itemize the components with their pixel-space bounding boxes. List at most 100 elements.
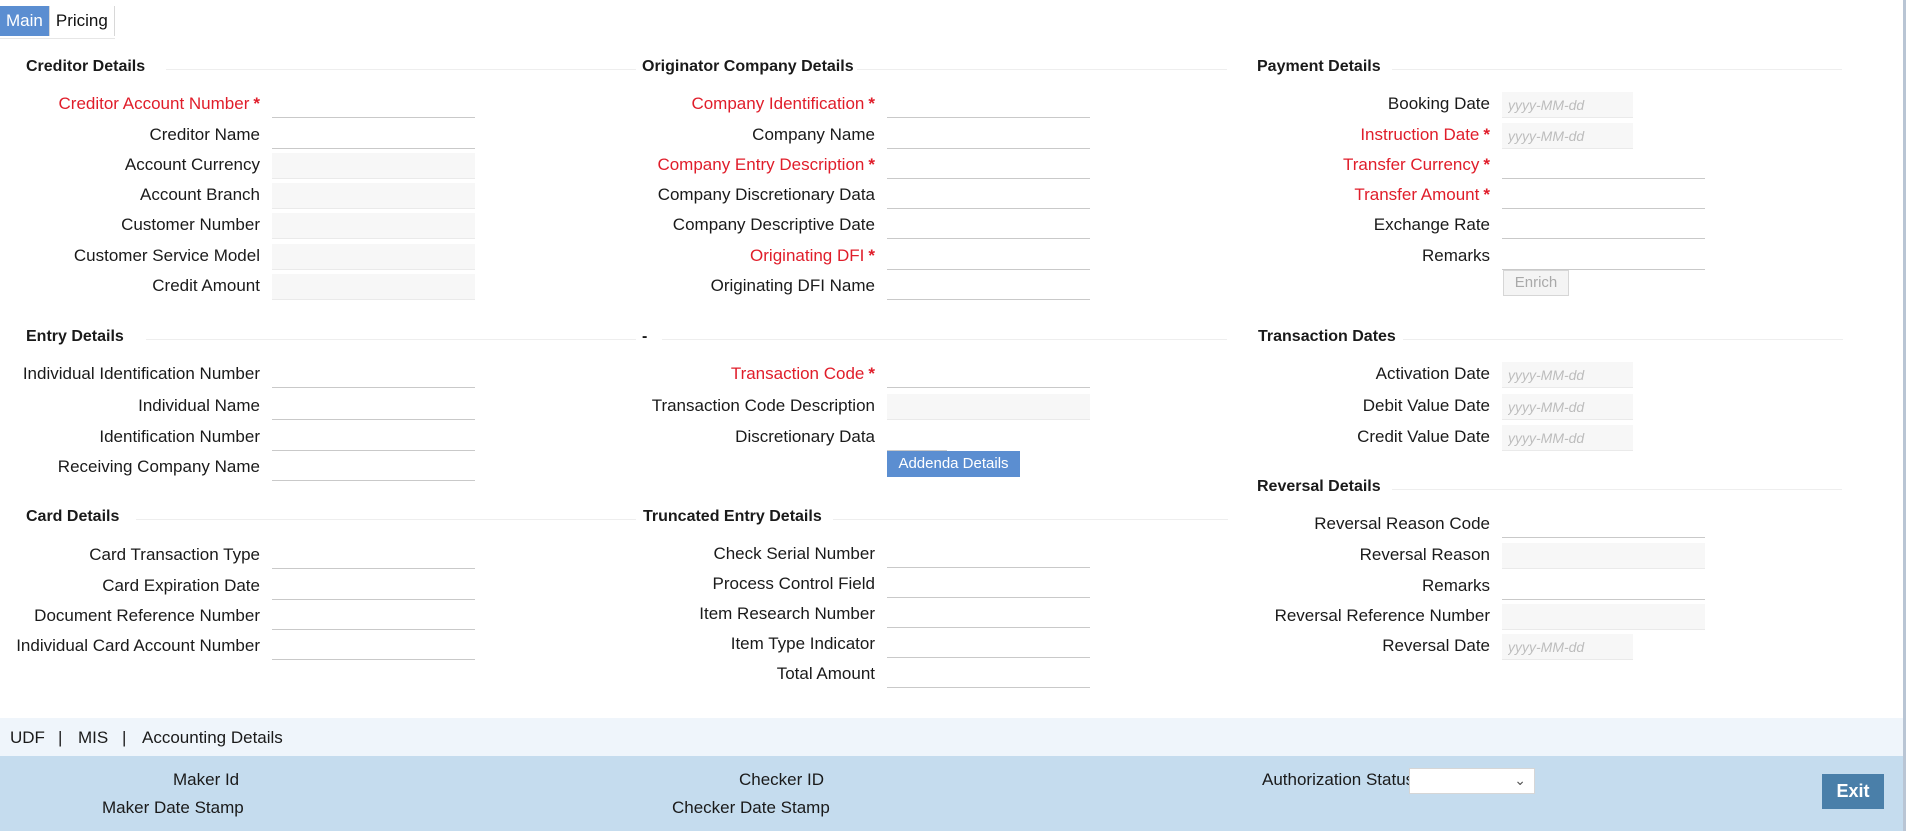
field-label: Total Amount (776, 664, 875, 683)
reversal-reason-input[interactable] (1502, 543, 1705, 569)
authorization-status-select[interactable]: ⌄ (1409, 768, 1535, 794)
audit-footer: Maker Id Maker Date Stamp Checker ID Che… (0, 756, 1903, 831)
field-label: Company Identification (691, 94, 865, 113)
field-label: Document Reference Number (34, 606, 260, 625)
booking-date-input[interactable] (1502, 92, 1633, 118)
field-label: Card Transaction Type (89, 545, 260, 564)
sub-screen-links-bar: UDF | MIS | Accounting Details (0, 718, 1903, 756)
check-serial-number-input[interactable] (887, 542, 1090, 568)
total-amount-input[interactable] (887, 662, 1090, 688)
customer-number-input[interactable] (272, 213, 475, 239)
required-marker: * (253, 94, 260, 113)
field-label: Customer Number (121, 215, 260, 234)
field-label: Customer Service Model (73, 246, 260, 265)
field-label: Booking Date (1387, 94, 1490, 113)
item-research-number-input[interactable] (887, 602, 1090, 628)
reversal-date-input[interactable] (1502, 634, 1633, 660)
company-discretionary-data-input[interactable] (887, 183, 1090, 209)
tab-main[interactable]: Main (0, 6, 50, 36)
field-label: Originating DFI (750, 246, 865, 265)
payment-remarks-input[interactable] (1502, 244, 1705, 270)
field-label: Individual Card Account Number (16, 636, 260, 655)
field-label: Receiving Company Name (57, 457, 260, 476)
section-divider (136, 519, 636, 520)
reversal-reason-code-input[interactable] (1502, 512, 1705, 538)
account-branch-input[interactable] (272, 183, 475, 209)
credit-amount-input[interactable] (272, 274, 475, 300)
transaction-code-input[interactable] (887, 362, 1090, 388)
section-title: Transaction Dates (1258, 328, 1396, 345)
company-identification-input[interactable] (887, 92, 1090, 118)
field-label: Company Name (752, 125, 875, 144)
card-transaction-type-input[interactable] (272, 543, 475, 569)
field-label: Transaction Code Description (651, 396, 875, 415)
section-divider (146, 339, 636, 340)
field-label: Remarks (1421, 246, 1490, 265)
individual-name-input[interactable] (272, 394, 475, 420)
section-divider (857, 69, 1227, 70)
required-marker: * (1483, 155, 1490, 174)
udf-link[interactable]: UDF (10, 728, 45, 748)
section-divider (1403, 339, 1843, 340)
section-title: Reversal Details (1257, 478, 1381, 495)
field-label: Creditor Name (149, 125, 260, 144)
document-reference-number-input[interactable] (272, 604, 475, 630)
individual-identification-number-input[interactable] (272, 362, 475, 388)
company-entry-description-input[interactable] (887, 153, 1090, 179)
exchange-rate-input[interactable] (1502, 213, 1705, 239)
originating-dfi-input[interactable] (887, 244, 1090, 270)
card-expiration-date-input[interactable] (272, 574, 475, 600)
field-label: Card Expiration Date (102, 576, 260, 595)
field-label: Individual Name (138, 396, 260, 415)
creditor-account-number-input[interactable] (272, 92, 475, 118)
company-descriptive-date-input[interactable] (887, 213, 1090, 239)
required-marker: * (868, 246, 875, 265)
exit-button[interactable]: Exit (1822, 774, 1884, 809)
mis-link[interactable]: MIS (78, 728, 108, 748)
creditor-name-input[interactable] (272, 123, 475, 149)
section-title: - (642, 328, 648, 345)
activation-date-input[interactable] (1502, 362, 1633, 388)
required-marker: * (868, 155, 875, 174)
company-name-input[interactable] (887, 123, 1090, 149)
enrich-button[interactable]: Enrich (1503, 270, 1569, 296)
transfer-amount-input[interactable] (1502, 183, 1705, 209)
instruction-date-input[interactable] (1502, 123, 1633, 149)
field-label: Transaction Code (730, 364, 865, 383)
field-label: Debit Value Date (1362, 396, 1490, 415)
receiving-company-name-input[interactable] (272, 455, 475, 481)
process-control-field-input[interactable] (887, 572, 1090, 598)
originating-dfi-name-input[interactable] (887, 274, 1090, 300)
identification-number-input[interactable] (272, 425, 475, 451)
maker-id-label: Maker Id (173, 770, 240, 789)
field-label: Activation Date (1375, 364, 1490, 383)
section-divider (1392, 489, 1842, 490)
individual-card-account-number-input[interactable] (272, 634, 475, 660)
accounting-details-link[interactable]: Accounting Details (142, 728, 283, 748)
discretionary-data-input[interactable] (887, 425, 947, 451)
link-separator: | (58, 728, 63, 747)
field-label: Item Research Number (699, 604, 875, 623)
debit-value-date-input[interactable] (1502, 394, 1633, 420)
reversal-reference-number-input[interactable] (1502, 604, 1705, 630)
field-label: Credit Amount (152, 276, 260, 295)
field-label: Instruction Date (1360, 125, 1480, 144)
field-label: Creditor Account Number (58, 94, 250, 113)
credit-value-date-input[interactable] (1502, 425, 1633, 451)
required-marker: * (1483, 125, 1490, 144)
maker-date-stamp-label: Maker Date Stamp (102, 798, 244, 817)
account-currency-input[interactable] (272, 153, 475, 179)
chevron-down-icon: ⌄ (1514, 772, 1526, 788)
reversal-remarks-input[interactable] (1502, 574, 1705, 600)
transfer-currency-input[interactable] (1502, 153, 1705, 179)
tab-bar: Main Pricing (0, 6, 115, 39)
section-title: Entry Details (26, 328, 124, 345)
link-separator: | (122, 728, 127, 747)
field-label: Company Entry Description (657, 155, 865, 174)
item-type-indicator-input[interactable] (887, 632, 1090, 658)
customer-service-model-input[interactable] (272, 244, 475, 270)
tab-pricing[interactable]: Pricing (49, 6, 115, 36)
transaction-code-description-input[interactable] (887, 394, 1090, 420)
field-label: Identification Number (99, 427, 260, 446)
addenda-details-button[interactable]: Addenda Details (887, 451, 1020, 477)
